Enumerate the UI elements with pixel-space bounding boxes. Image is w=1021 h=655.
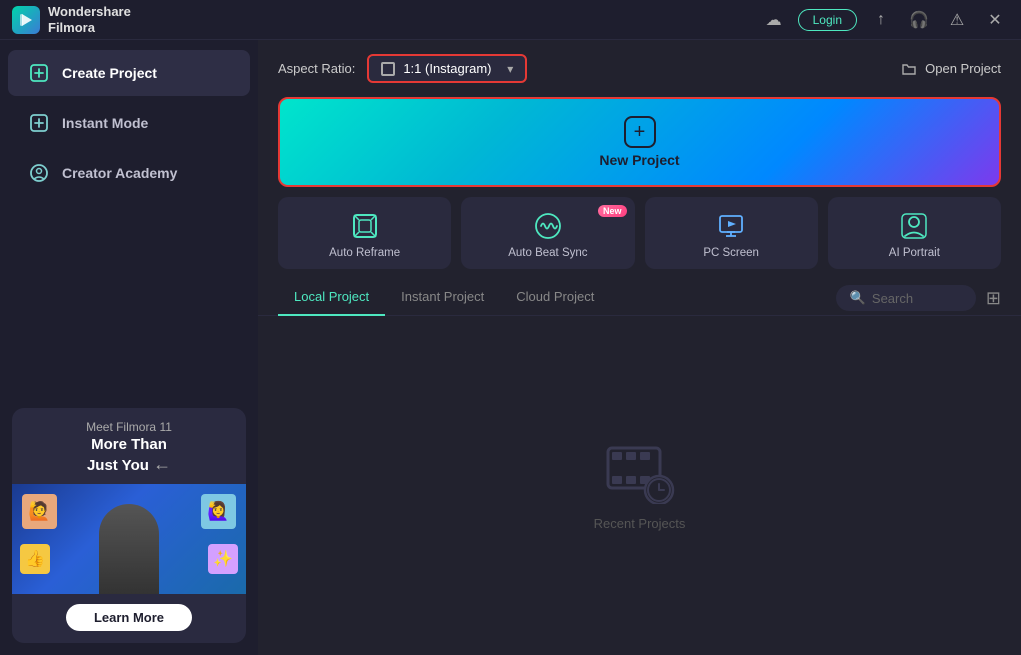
auto-reframe-icon <box>350 211 380 241</box>
sidebar-item-instant-mode[interactable]: Instant Mode <box>8 100 250 146</box>
promo-tag: Meet Filmora 11 <box>26 420 232 434</box>
feature-card-ai-portrait[interactable]: AI Portrait <box>828 197 1001 269</box>
headphone-icon[interactable]: 🎧 <box>905 6 933 34</box>
tab-instant-project[interactable]: Instant Project <box>385 281 500 316</box>
titlebar: Wondershare Filmora ☁ Login ↑ 🎧 ⚠ ✕ <box>0 0 1021 40</box>
tabs-row: Local Project Instant Project Cloud Proj… <box>258 281 1021 316</box>
aspect-ratio-select[interactable]: 1:1 (Instagram) ▾ <box>367 54 527 83</box>
instant-mode-label: Instant Mode <box>62 115 148 131</box>
folder-icon <box>901 61 917 77</box>
app-name: Wondershare Filmora <box>48 4 131 35</box>
new-project-plus-icon: + <box>624 116 656 148</box>
new-project-label: New Project <box>599 152 679 168</box>
pc-screen-label: PC Screen <box>703 247 759 259</box>
ai-portrait-icon <box>899 211 929 241</box>
aspect-ratio-value: 1:1 (Instagram) <box>403 61 491 76</box>
close-icon[interactable]: ✕ <box>981 6 1009 34</box>
recent-projects-label: Recent Projects <box>594 516 686 531</box>
chevron-down-icon: ▾ <box>507 62 513 76</box>
promo-headline: More ThanJust You ← <box>26 436 232 476</box>
promo-text: Meet Filmora 11 More ThanJust You ← <box>12 408 246 484</box>
alert-icon[interactable]: ⚠ <box>943 6 971 34</box>
sidebar-item-creator-academy[interactable]: Creator Academy <box>8 150 250 196</box>
cloud-icon[interactable]: ☁ <box>760 6 788 34</box>
film-icon-container <box>604 440 676 504</box>
content-topbar: Aspect Ratio: 1:1 (Instagram) ▾ Open Pro… <box>258 40 1021 93</box>
open-project-button[interactable]: Open Project <box>901 61 1001 77</box>
learn-more-button[interactable]: Learn More <box>66 604 192 631</box>
recent-projects-area: Recent Projects <box>258 316 1021 655</box>
titlebar-controls: ☁ Login ↑ 🎧 ⚠ ✕ <box>760 6 1009 34</box>
tab-cloud-project[interactable]: Cloud Project <box>500 281 610 316</box>
film-icon <box>604 440 676 504</box>
instant-mode-icon <box>28 112 50 134</box>
creator-academy-label: Creator Academy <box>62 165 177 181</box>
search-icon: 🔍 <box>850 290 866 306</box>
feature-card-auto-beat-sync[interactable]: New Auto Beat Sync <box>461 197 634 269</box>
promo-card: Meet Filmora 11 More ThanJust You ← 🙋 🙋‍… <box>12 408 246 643</box>
upload-icon[interactable]: ↑ <box>867 6 895 34</box>
main-layout: Create Project Instant Mode Creator <box>0 40 1021 655</box>
new-project-banner[interactable]: + New Project <box>278 97 1001 187</box>
app-logo <box>12 6 40 34</box>
tab-local-project[interactable]: Local Project <box>278 281 385 316</box>
create-project-icon <box>28 62 50 84</box>
grid-view-icon[interactable]: ⊞ <box>986 288 1001 309</box>
auto-beat-sync-label: Auto Beat Sync <box>508 247 587 259</box>
aspect-ratio-preview <box>381 62 395 76</box>
sidebar-item-create-project[interactable]: Create Project <box>8 50 250 96</box>
feature-card-pc-screen[interactable]: PC Screen <box>645 197 818 269</box>
auto-reframe-label: Auto Reframe <box>329 247 400 259</box>
auto-beat-sync-icon <box>533 211 563 241</box>
new-badge: New <box>598 205 627 217</box>
search-input[interactable] <box>872 291 962 306</box>
search-box: 🔍 <box>836 285 976 311</box>
app-logo-area: Wondershare Filmora <box>12 4 131 35</box>
feature-card-auto-reframe[interactable]: Auto Reframe <box>278 197 451 269</box>
promo-image: 🙋 🙋‍♀️ 👍 ✨ <box>12 484 246 594</box>
sidebar: Create Project Instant Mode Creator <box>0 40 258 655</box>
pc-screen-icon <box>716 211 746 241</box>
feature-cards-row: Auto Reframe New Auto Beat Sync <box>258 197 1021 281</box>
create-project-label: Create Project <box>62 65 157 81</box>
creator-academy-icon <box>28 162 50 184</box>
login-button[interactable]: Login <box>798 9 857 31</box>
aspect-ratio-label: Aspect Ratio: <box>278 61 355 76</box>
ai-portrait-label: AI Portrait <box>889 247 940 259</box>
content-area: Aspect Ratio: 1:1 (Instagram) ▾ Open Pro… <box>258 40 1021 655</box>
